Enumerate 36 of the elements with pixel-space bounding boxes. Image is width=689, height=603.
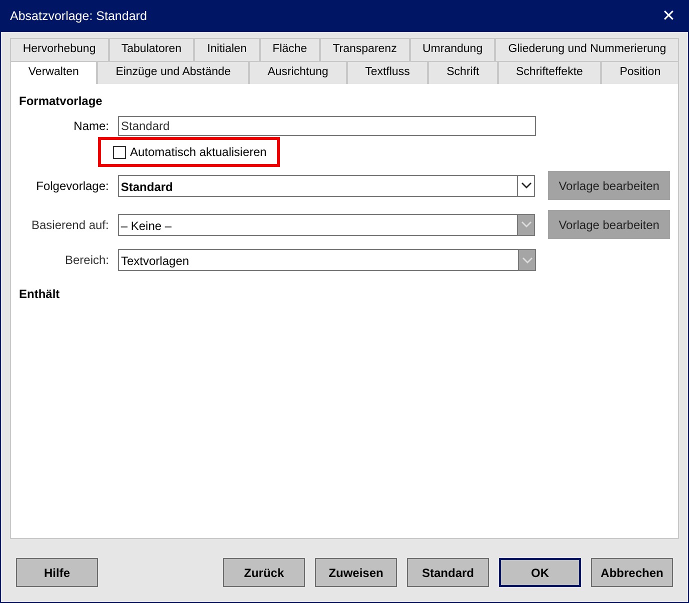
tab[interactable]: Transparenz <box>320 38 410 61</box>
tab[interactable]: Verwalten <box>10 61 98 84</box>
tab[interactable]: Position <box>601 61 679 84</box>
checkbox-label[interactable]: Automatisch aktualisieren <box>130 143 267 161</box>
edit-style-button[interactable]: Vorlage bearbeiten <box>548 210 670 239</box>
dropdown[interactable]: – Keine – <box>118 214 536 236</box>
tab[interactable]: Gliederung und Nummerierung <box>495 38 679 61</box>
dropdown[interactable]: Standard <box>118 174 536 196</box>
tab[interactable]: Ausrichtung <box>249 61 347 84</box>
dialog-button[interactable]: Zurück <box>223 558 305 587</box>
close-button[interactable]: ✕ <box>658 8 679 24</box>
dialog-button[interactable]: Abbrechen <box>591 558 673 587</box>
section-heading: Formatvorlage <box>19 93 102 110</box>
window-title: Absatzvorlage: Standard <box>10 8 148 26</box>
tab[interactable]: Hervorhebung <box>10 38 109 61</box>
field-label: Name: <box>72 118 109 135</box>
tab[interactable]: Fläche <box>260 38 320 61</box>
checkbox[interactable] <box>113 146 126 158</box>
section-heading: Enthält <box>19 286 60 303</box>
tab[interactable]: Einzüge und Abstände <box>97 61 250 84</box>
dialog-button[interactable]: Standard <box>407 558 489 587</box>
edit-style-button[interactable]: Vorlage bearbeiten <box>548 171 670 200</box>
field-label: Basierend auf: <box>30 216 109 234</box>
field-label: Bereich: <box>64 252 109 269</box>
tab[interactable]: Umrandung <box>410 38 496 61</box>
tab[interactable]: Initialen <box>194 38 260 61</box>
dialog-button[interactable]: OK <box>499 558 581 587</box>
dropdown[interactable]: Textvorlagen <box>118 249 536 271</box>
name-field[interactable]: Standard <box>118 116 536 136</box>
dialog-button[interactable]: Hilfe <box>16 558 98 587</box>
tab[interactable]: Schrift <box>428 61 498 84</box>
dialog-button[interactable]: Zuweisen <box>315 558 397 587</box>
tab[interactable]: Tabulatoren <box>108 38 194 61</box>
field-label: Folgevorlage: <box>35 178 109 194</box>
tab[interactable]: Schrifteffekte <box>498 61 602 84</box>
tab[interactable]: Textfluss <box>346 61 428 84</box>
